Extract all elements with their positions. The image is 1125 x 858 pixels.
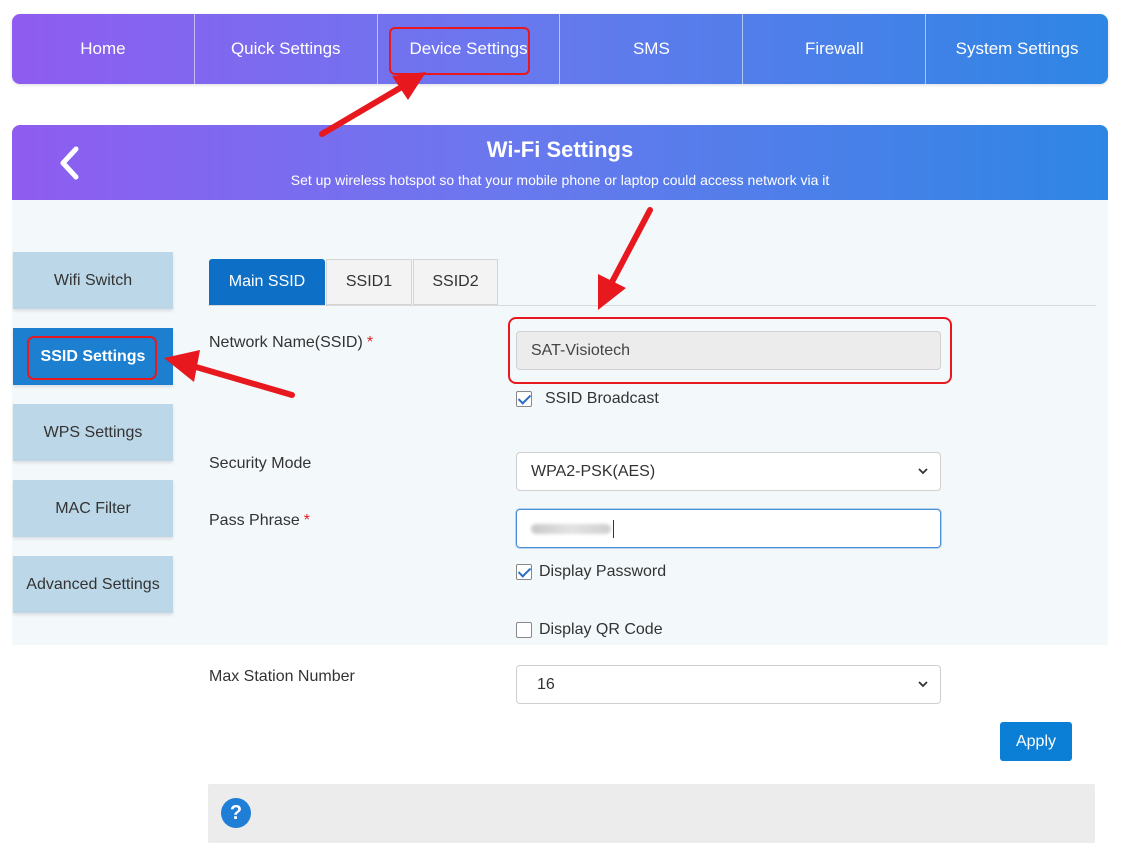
ssid-broadcast-label: SSID Broadcast xyxy=(545,390,659,407)
password-redacted xyxy=(531,523,611,534)
sidebar-item-label: Wifi Switch xyxy=(53,271,133,289)
display-qr-row: Display QR Code xyxy=(516,621,663,639)
display-qr-checkbox[interactable] xyxy=(516,622,532,638)
nav-firewall[interactable]: Firewall xyxy=(743,14,927,84)
ssid-broadcast-checkbox[interactable] xyxy=(516,391,532,407)
nav-quick-settings[interactable]: Quick Settings xyxy=(195,14,378,84)
sidebar-item-label: WPS Settings xyxy=(43,423,143,441)
wifi-settings-header: Wi-Fi Settings Set up wireless hotspot s… xyxy=(12,125,1108,200)
nav-device-settings-label: Device Settings xyxy=(409,39,528,58)
sidebar-item-ssid-settings[interactable]: SSID Settings xyxy=(13,328,173,385)
pass-phrase-label: Pass Phrase * xyxy=(209,512,310,530)
required-mark: * xyxy=(303,512,310,529)
apply-button[interactable]: Apply xyxy=(1000,722,1072,761)
sidebar-item-label: MAC Filter xyxy=(55,499,131,517)
nav-sms[interactable]: SMS xyxy=(560,14,744,84)
top-navigation: Home Quick Settings Device Settings SMS … xyxy=(12,14,1108,84)
security-mode-value: WPA2-PSK(AES) xyxy=(531,462,656,480)
tab-divider xyxy=(208,305,1096,306)
sidebar-item-label: Advanced Settings xyxy=(26,575,160,593)
chevron-down-icon xyxy=(918,681,928,688)
chevron-down-icon xyxy=(918,468,928,475)
ssid-label-text: Network Name(SSID) xyxy=(209,334,363,351)
nav-firewall-label: Firewall xyxy=(804,39,864,58)
tab-ssid2[interactable]: SSID2 xyxy=(413,259,498,305)
display-password-label: Display Password xyxy=(539,563,667,580)
help-bar: ? xyxy=(208,784,1095,843)
pass-phrase-input[interactable] xyxy=(516,509,941,548)
tab-ssid1[interactable]: SSID1 xyxy=(326,259,412,305)
ssid-label: Network Name(SSID) * xyxy=(209,334,373,352)
max-station-value: 16 xyxy=(537,675,555,693)
sidebar-item-label: SSID Settings xyxy=(40,347,146,365)
page-title: Wi-Fi Settings xyxy=(486,137,634,162)
display-qr-label: Display QR Code xyxy=(539,621,663,638)
sidebar-item-advanced-settings[interactable]: Advanced Settings xyxy=(13,556,173,613)
max-station-label: Max Station Number xyxy=(209,668,355,685)
question-circle-icon[interactable]: ? xyxy=(221,798,251,828)
ssid-broadcast-row: SSID Broadcast xyxy=(516,390,659,408)
nav-system-settings-label: System Settings xyxy=(955,39,1079,58)
nav-quick-settings-label: Quick Settings xyxy=(230,39,341,58)
nav-device-settings[interactable]: Device Settings xyxy=(378,14,561,84)
ssid-value: SAT-Visiotech xyxy=(531,341,631,359)
sidebar-item-wps-settings[interactable]: WPS Settings xyxy=(13,404,173,461)
tab-label: SSID1 xyxy=(345,273,393,290)
text-cursor xyxy=(613,519,614,538)
tab-label: SSID2 xyxy=(432,273,479,290)
nav-home-label: Home xyxy=(80,39,126,58)
tab-main-ssid[interactable]: Main SSID xyxy=(209,259,325,305)
nav-home[interactable]: Home xyxy=(12,14,195,84)
display-password-row: Display Password xyxy=(516,563,666,581)
pass-phrase-label-text: Pass Phrase xyxy=(209,512,300,529)
nav-sms-label: SMS xyxy=(632,39,670,58)
display-password-checkbox[interactable] xyxy=(516,564,532,580)
security-mode-select[interactable]: WPA2-PSK(AES) xyxy=(516,452,941,491)
nav-system-settings[interactable]: System Settings xyxy=(926,14,1108,84)
sidebar-item-mac-filter[interactable]: MAC Filter xyxy=(13,480,173,537)
security-mode-label: Security Mode xyxy=(209,455,312,472)
sidebar-item-wifi-switch[interactable]: Wifi Switch xyxy=(13,252,173,309)
max-station-select[interactable]: 16 xyxy=(516,665,941,704)
required-mark: * xyxy=(366,334,374,351)
tab-label: Main SSID xyxy=(228,273,306,290)
ssid-input[interactable]: SAT-Visiotech xyxy=(516,331,941,370)
page-subtitle: Set up wireless hotspot so that your mob… xyxy=(290,172,830,188)
